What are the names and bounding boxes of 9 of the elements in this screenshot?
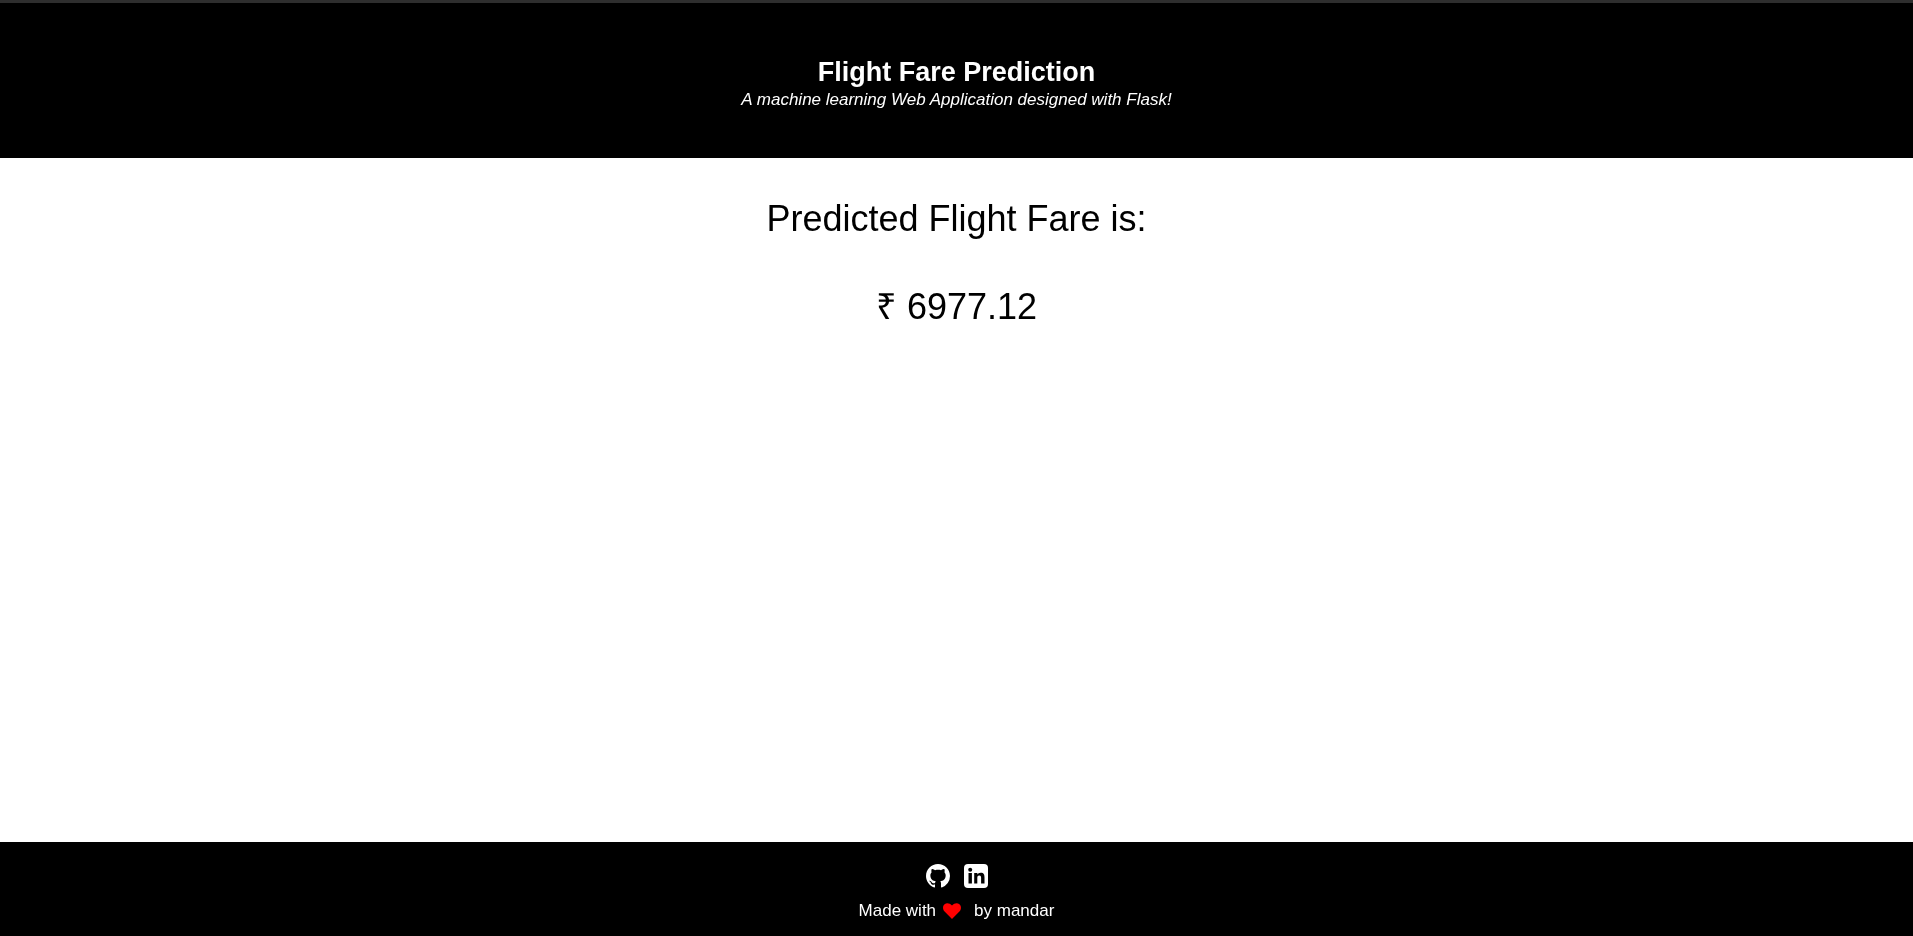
app-subtitle: A machine learning Web Application designed with Flask! <box>741 88 1172 111</box>
app-title: Flight Fare Prediction <box>817 55 1096 89</box>
author-text: by mandar <box>974 900 1055 922</box>
github-icon[interactable] <box>925 864 950 888</box>
made-with-text: Made with <box>858 900 937 922</box>
predicted-fare: ₹ 6977.12 <box>875 285 1038 329</box>
result-label: Predicted Flight Fare is: <box>766 197 1147 241</box>
heart-icon <box>943 903 962 919</box>
linkedin-icon[interactable] <box>963 864 988 888</box>
